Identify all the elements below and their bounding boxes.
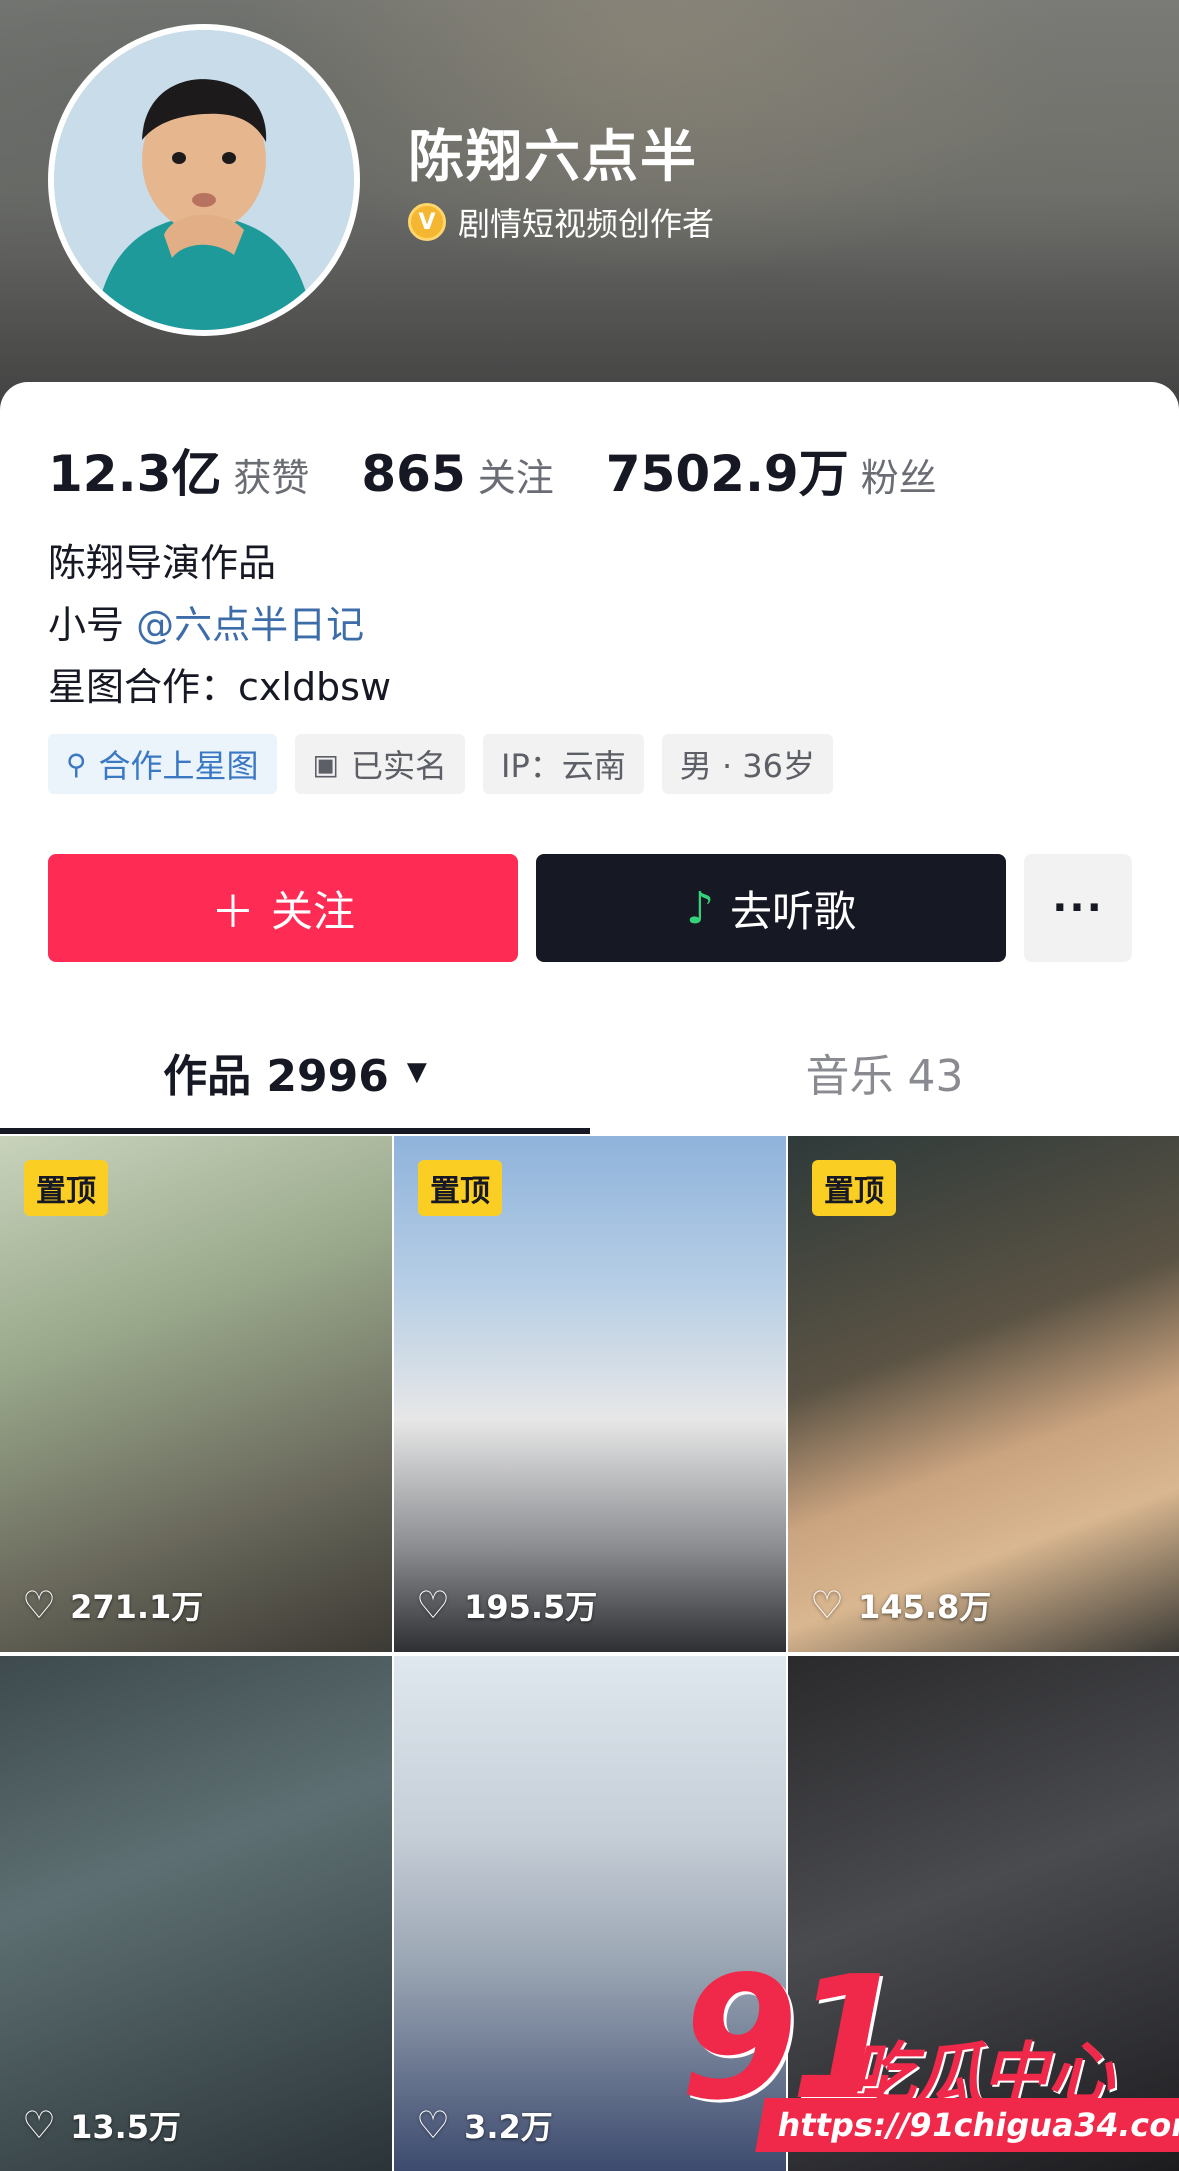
id-card-icon: ▣ (312, 747, 339, 781)
like-value: 195.5万 (464, 1588, 598, 1626)
stat-followers[interactable]: 7502.9万 粉丝 (606, 434, 937, 506)
video-tile[interactable]: 置顶 ♡ 195.5万 (394, 1136, 786, 1652)
tab-works[interactable]: 作品 2996 ▼ (0, 1022, 590, 1122)
tab-active-indicator (0, 1128, 590, 1134)
avatar-image (54, 30, 354, 330)
tag-ip-location: IP：云南 (483, 734, 644, 794)
stat-value: 12.3亿 (48, 445, 222, 503)
verified-badge-icon: V (408, 203, 446, 241)
plus-icon: ＋ (210, 887, 255, 938)
more-dots-icon: ··· (1052, 885, 1104, 931)
dropdown-arrow-icon: ▼ (406, 1057, 427, 1087)
heart-icon: ♡ (810, 1583, 845, 1627)
like-value: 271.1万 (70, 1588, 204, 1626)
follow-label: 关注 (270, 886, 355, 936)
bio-line: 星图合作：cxldbsw (48, 665, 392, 709)
music-note-icon: ♪ (685, 882, 715, 934)
follow-button[interactable]: ＋ 关注 (48, 854, 518, 962)
video-tile[interactable]: 置顶 ♡ 271.1万 (0, 1136, 392, 1652)
tags-row: ⚲ 合作上星图 ▣ 已实名 IP：云南 男 · 36岁 (48, 734, 851, 794)
star-map-icon: ⚲ (66, 747, 87, 781)
tag-star-map[interactable]: ⚲ 合作上星图 (48, 734, 277, 794)
tab-music-label: 音乐 43 (805, 1051, 964, 1102)
content-tabs: 作品 2996 ▼ 音乐 43 (0, 1022, 1179, 1132)
bio-line: 陈翔导演作品 (48, 541, 277, 585)
stat-likes[interactable]: 12.3亿 获赞 (48, 434, 309, 506)
heart-icon: ♡ (22, 2103, 57, 2147)
stat-label: 关注 (477, 456, 554, 500)
like-count: ♡ 13.5万 (22, 2102, 181, 2148)
stat-label: 粉丝 (860, 456, 937, 500)
bio: 陈翔导演作品 小号 @六点半日记 星图合作：cxldbsw (48, 532, 391, 718)
video-thumbnail (0, 1656, 392, 2171)
like-value: 3.2万 (464, 2108, 553, 2146)
tag-label: 合作上星图 (98, 747, 259, 785)
like-count: ♡ 195.5万 (416, 1582, 597, 1628)
stats-row: 12.3亿 获赞 865 关注 7502.9万 粉丝 (48, 434, 989, 506)
pinned-badge: 置顶 (812, 1160, 896, 1216)
tab-music[interactable]: 音乐 43 (590, 1022, 1179, 1122)
pinned-badge: 置顶 (418, 1160, 502, 1216)
pinned-badge: 置顶 (24, 1160, 108, 1216)
profile-banner: 陈翔六点半 V 剧情短视频创作者 (0, 0, 1179, 420)
tab-works-label: 作品 2996 (163, 1051, 389, 1102)
verify-row: V 剧情短视频创作者 (408, 200, 714, 244)
listen-music-button[interactable]: ♪ 去听歌 (536, 854, 1006, 962)
verify-description: 剧情短视频创作者 (458, 205, 715, 243)
like-count: ♡ 3.2万 (416, 2102, 553, 2148)
tag-verified-identity[interactable]: ▣ 已实名 (294, 734, 466, 794)
watermark: 91 吃瓜中心 https://91chigua34.com (680, 1940, 1179, 2170)
heart-icon: ♡ (416, 2103, 451, 2147)
listen-music-label: 去听歌 (730, 886, 857, 936)
like-count: ♡ 271.1万 (22, 1582, 203, 1628)
watermark-url: https://91chigua34.com (755, 2098, 1179, 2152)
like-count: ♡ 145.8万 (810, 1582, 991, 1628)
bio-prefix: 小号 (48, 603, 137, 647)
heart-icon: ♡ (22, 1583, 57, 1627)
video-tile[interactable]: ♡ 13.5万 (0, 1656, 392, 2171)
tag-label: 男 · 36岁 (679, 747, 816, 785)
stat-following[interactable]: 865 关注 (361, 445, 553, 503)
profile-name: 陈翔六点半 (408, 125, 698, 190)
stat-label: 获赞 (233, 456, 310, 500)
like-value: 13.5万 (70, 2108, 182, 2146)
tag-label: 已实名 (351, 747, 448, 785)
video-tile[interactable]: 置顶 ♡ 145.8万 (788, 1136, 1179, 1652)
action-row: ＋ 关注 ♪ 去听歌 ··· (48, 854, 1132, 962)
mention-link[interactable]: @六点半日记 (136, 603, 364, 647)
tag-label: IP：云南 (501, 747, 626, 785)
stat-value: 865 (361, 445, 466, 503)
like-value: 145.8万 (858, 1588, 992, 1626)
heart-icon: ♡ (416, 1583, 451, 1627)
more-button[interactable]: ··· (1024, 854, 1132, 962)
stat-value: 7502.9万 (605, 445, 849, 503)
bio-line: 小号 @六点半日记 (48, 594, 391, 656)
avatar[interactable] (48, 24, 360, 336)
tag-gender-age: 男 · 36岁 (661, 734, 834, 794)
